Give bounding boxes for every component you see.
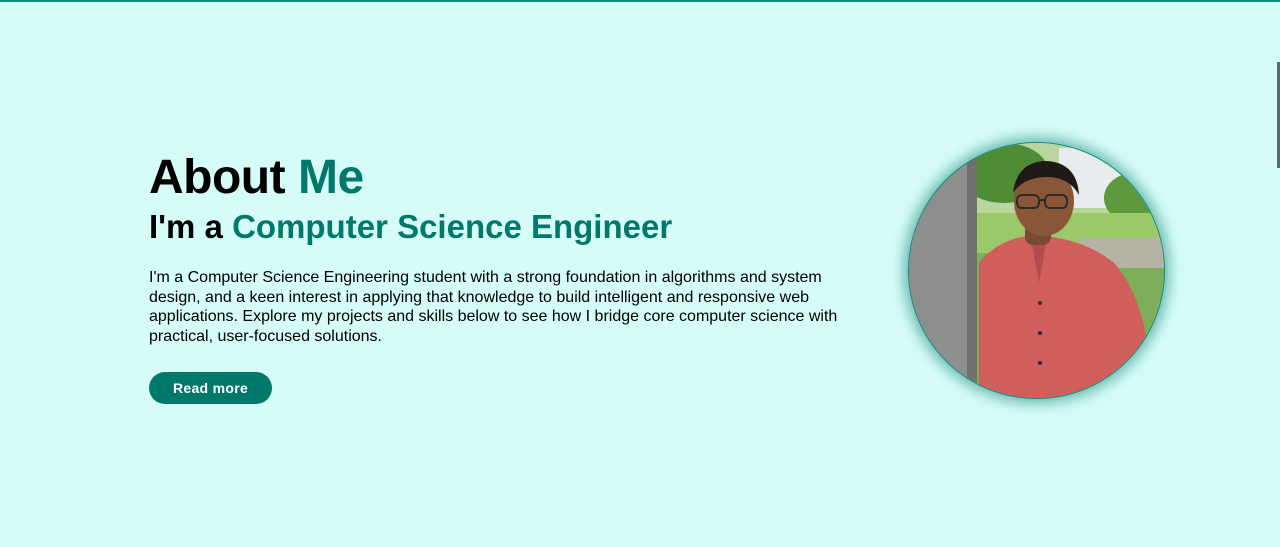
- photo-shirt-button: [1038, 331, 1042, 335]
- photo-pillar: [909, 143, 977, 398]
- profile-photo-image: [909, 143, 1164, 398]
- about-heading: About Me: [149, 150, 859, 206]
- top-divider: [0, 0, 1280, 2]
- about-heading-prefix: About: [149, 151, 286, 204]
- about-heading-accent: Me: [297, 151, 364, 204]
- photo-shirt-button: [1038, 301, 1042, 305]
- role-subheading: I'm a Computer Science Engineer: [149, 206, 859, 248]
- profile-photo: [908, 142, 1165, 399]
- photo-pillar-edge: [967, 143, 977, 398]
- about-section: About Me I'm a Computer Science Engineer…: [149, 150, 859, 404]
- photo-shirt-button: [1038, 361, 1042, 365]
- role-subheading-accent: Computer Science Engineer: [232, 208, 673, 245]
- role-subheading-prefix: I'm a: [149, 208, 223, 245]
- read-more-button[interactable]: Read more: [149, 372, 272, 404]
- bio-paragraph: I'm a Computer Science Engineering stude…: [149, 269, 838, 345]
